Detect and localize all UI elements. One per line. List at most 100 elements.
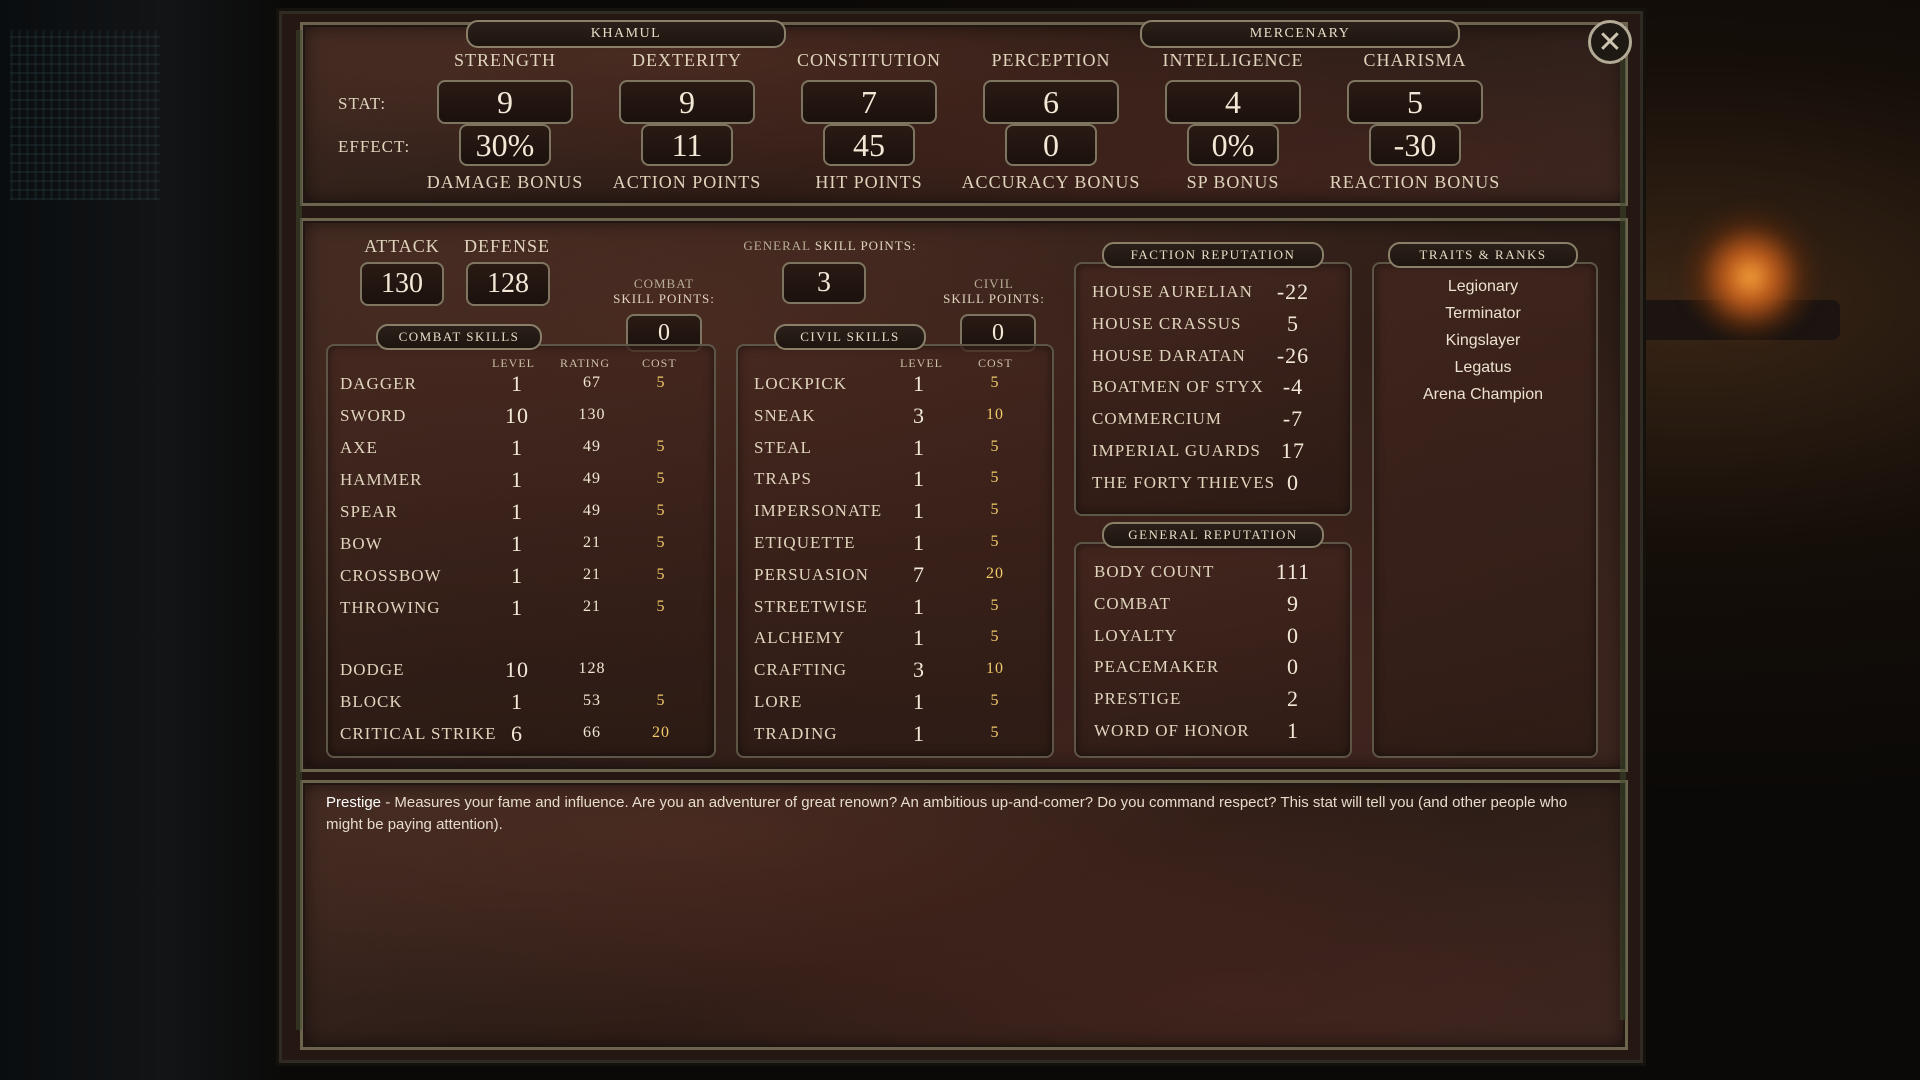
reputation-name: WORD OF HONOR — [1094, 721, 1250, 740]
skill-level: 10 — [505, 403, 529, 428]
general-reputation-row[interactable]: PRESTIGE 2 — [1094, 686, 1334, 715]
skill-name: IMPERSONATE — [754, 501, 883, 521]
civil-skill-row[interactable]: ETIQUETTE 1 5 — [754, 530, 1044, 559]
skill-cost: 5 — [990, 692, 1000, 709]
skill-level: 1 — [913, 625, 925, 651]
trait-item[interactable]: Terminator — [1372, 305, 1594, 323]
skill-name: SWORD — [340, 406, 407, 425]
skill-level: 1 — [913, 720, 925, 746]
civil-cost-header: COST — [978, 356, 1013, 370]
combat-skill-row[interactable]: SPEAR 1 49 5 — [340, 499, 700, 528]
skill-level: 1 — [913, 530, 925, 555]
combat-skill-row[interactable]: THROWING 1 21 5 — [340, 595, 700, 624]
reputation-value: 9 — [1287, 590, 1299, 616]
stat-name-5: CHARISMA — [1363, 50, 1467, 70]
faction-reputation-row[interactable]: THE FORTY THIEVES 0 — [1092, 470, 1332, 499]
attack-value: 130 — [360, 262, 444, 306]
faction-name: HOUSE AURELIAN — [1092, 282, 1253, 301]
stat-value-0: 9 — [437, 80, 573, 124]
general-skill-points-label: GENERAL SKILL POINTS: — [730, 238, 930, 254]
skill-name: BLOCK — [340, 692, 403, 711]
civil-skill-row[interactable]: CRAFTING 3 10 — [754, 657, 1044, 686]
skill-cost: 5 — [990, 628, 1000, 646]
civil-skill-row[interactable]: SNEAK 3 10 — [754, 403, 1044, 432]
combat-skill-points-top: COMBAT — [633, 276, 695, 291]
faction-reputation-row[interactable]: IMPERIAL GUARDS 17 — [1092, 438, 1332, 467]
skill-cost: 5 — [990, 533, 1000, 550]
skill-cost: 5 — [656, 566, 666, 583]
vine-decoration-right — [1620, 60, 1626, 1020]
civil-skill-row[interactable]: STEAL 1 5 — [754, 435, 1044, 464]
civil-skill-row[interactable]: STREETWISE 1 5 — [754, 594, 1044, 623]
faction-reputation-row[interactable]: HOUSE CRASSUS 5 — [1092, 311, 1332, 340]
combat-skill-row[interactable]: AXE 1 49 5 — [340, 435, 700, 464]
faction-reputation-row[interactable]: HOUSE DARATAN -26 — [1092, 343, 1332, 372]
skill-level: 1 — [511, 435, 523, 460]
skill-name: THROWING — [340, 598, 441, 617]
skill-level: 1 — [913, 466, 925, 492]
skill-rating: 49 — [583, 502, 601, 519]
civil-skill-row[interactable]: TRADING 1 5 — [754, 720, 1044, 750]
skill-cost: 5 — [990, 469, 1000, 487]
skill-name: AXE — [340, 438, 378, 457]
skill-name: DODGE — [340, 660, 405, 679]
stat-effect-2: 45 — [823, 124, 915, 166]
skill-rating: 21 — [583, 566, 601, 583]
combat-skill-row[interactable]: CRITICAL STRIKE 6 66 20 — [340, 721, 700, 750]
reputation-name: PEACEMAKER — [1094, 657, 1220, 677]
stat-value-3: 6 — [983, 80, 1119, 124]
skill-name: LORE — [754, 692, 803, 711]
combat-skill-row[interactable]: HAMMER 1 49 5 — [340, 467, 700, 496]
skill-name: CRAFTING — [754, 660, 848, 680]
reputation-value: 111 — [1275, 559, 1311, 584]
general-reputation-row[interactable]: COMBAT 9 — [1094, 590, 1334, 620]
general-reputation-row[interactable]: LOYALTY 0 — [1094, 622, 1334, 652]
general-reputation-row[interactable]: PEACEMAKER 0 — [1094, 654, 1334, 683]
skill-rating: 49 — [583, 470, 601, 487]
defense-value: 128 — [466, 262, 550, 306]
combat-skill-row[interactable]: SWORD 10 130 — [340, 403, 700, 432]
stat-name-4: INTELLIGENCE — [1162, 50, 1304, 70]
combat-skill-row[interactable]: DAGGER 1 67 5 — [340, 371, 700, 400]
civil-skill-row[interactable]: LORE 1 5 — [754, 689, 1044, 718]
faction-reputation-row[interactable]: BOATMEN OF STYX -4 — [1092, 374, 1332, 403]
skill-name: PERSUASION — [754, 564, 869, 584]
skill-level: 10 — [505, 657, 529, 682]
civil-skill-row[interactable]: IMPERSONATE 1 5 — [754, 498, 1044, 527]
skill-cost: 5 — [656, 470, 666, 487]
trait-item[interactable]: Legatus — [1372, 359, 1594, 377]
civil-level-header: LEVEL — [900, 356, 943, 370]
combat-skill-row[interactable]: BLOCK 1 53 5 — [340, 689, 700, 718]
reputation-name: PRESTIGE — [1094, 689, 1182, 709]
combat-skill-row[interactable]: BOW 1 21 5 — [340, 531, 700, 560]
skill-rating: 130 — [578, 406, 606, 423]
civil-skill-row[interactable]: TRAPS 1 5 — [754, 466, 1044, 495]
skill-cost: 5 — [656, 438, 666, 455]
skill-cost: 10 — [986, 660, 1004, 678]
civil-skill-row[interactable]: ALCHEMY 1 5 — [754, 625, 1044, 654]
civil-skill-row[interactable]: LOCKPICK 1 5 — [754, 371, 1044, 400]
general-reputation-row[interactable]: BODY COUNT 111 — [1094, 559, 1334, 588]
skill-level: 6 — [511, 721, 523, 746]
faction-reputation-row[interactable]: COMMERCIUM -7 — [1092, 406, 1332, 435]
skill-name: STEAL — [754, 437, 812, 457]
reputation-value: 0 — [1287, 622, 1299, 648]
combat-skill-row[interactable]: CROSSBOW 1 21 5 — [340, 563, 700, 592]
skill-level: 1 — [913, 498, 925, 524]
background-left-wall — [0, 0, 280, 1080]
skill-cost: 5 — [656, 502, 666, 519]
trait-item[interactable]: Kingslayer — [1372, 332, 1594, 350]
skill-rating: 49 — [583, 438, 601, 455]
combat-skill-row[interactable]: DODGE 10 128 — [340, 657, 700, 686]
stat-row-label: STAT: — [338, 94, 387, 113]
general-reputation-row[interactable]: WORD OF HONOR 1 — [1094, 718, 1334, 747]
trait-item[interactable]: Arena Champion — [1372, 386, 1594, 404]
civil-skills-title: CIVIL SKILLS — [774, 324, 926, 350]
skill-level: 1 — [511, 499, 523, 524]
reputation-name: LOYALTY — [1094, 625, 1178, 645]
faction-reputation-row[interactable]: HOUSE AURELIAN -22 — [1092, 279, 1332, 308]
close-button[interactable]: ✕ — [1588, 20, 1632, 64]
trait-item[interactable]: Legionary — [1372, 278, 1594, 296]
skill-level: 1 — [511, 563, 523, 588]
civil-skill-row[interactable]: PERSUASION 7 20 — [754, 562, 1044, 591]
